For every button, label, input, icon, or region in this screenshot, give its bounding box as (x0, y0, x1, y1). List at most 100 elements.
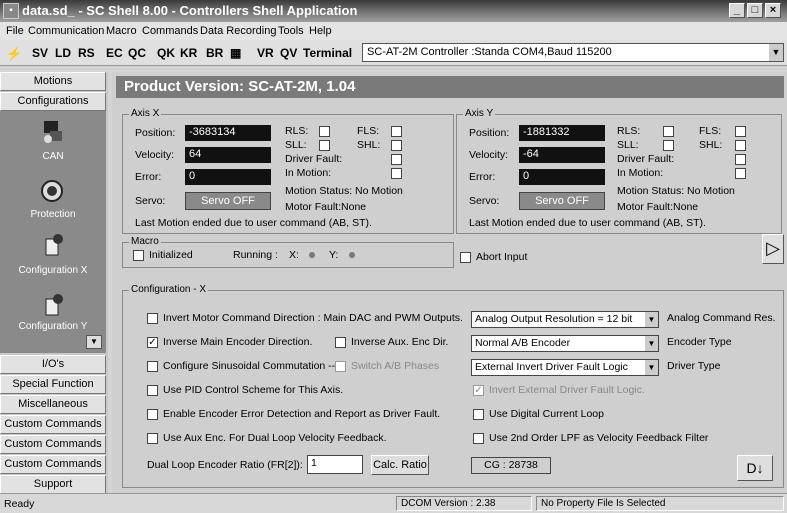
motor-fault: Motor Fault:None (617, 201, 699, 213)
chevron-down-icon[interactable]: ▼ (645, 312, 658, 327)
cg-readout: CG : 28738 (471, 457, 551, 474)
sidebar-panel-protection[interactable]: Protection (0, 209, 106, 220)
ld-button[interactable]: LD (55, 46, 71, 60)
chevron-down-icon[interactable]: ▼ (645, 336, 658, 351)
in-motion-label: In Motion: (285, 167, 332, 179)
axis-x-group: Axis X Position: -3683134 Velocity: 64 E… (122, 108, 454, 234)
menu-file[interactable]: File (6, 25, 24, 37)
encoder-type-select[interactable]: Normal A/B Encoder ▼ (471, 335, 659, 352)
rls-indicator (663, 126, 674, 137)
sidebar: Motions Configurations CAN Protection Co… (0, 72, 108, 494)
menu-data-recording[interactable]: Data Recording (200, 25, 276, 37)
switch-ab-checkbox[interactable] (335, 361, 346, 372)
fls-label: FLS: (357, 125, 380, 137)
analog-res-label: Analog Command Res. (667, 312, 776, 324)
scroll-down-icon[interactable]: ▼ (86, 335, 102, 349)
menu-tools[interactable]: Tools (278, 25, 304, 37)
driver-type-select[interactable]: External Invert Driver Fault Logic ▼ (471, 359, 659, 376)
chevron-down-icon[interactable]: ▼ (769, 44, 783, 61)
br-button[interactable]: BR (206, 46, 223, 60)
terminal-button[interactable]: Terminal (303, 46, 352, 60)
invert-ext-checkbox[interactable]: ✓ (473, 385, 484, 396)
maximize-button[interactable]: □ (747, 3, 763, 18)
in-motion-indicator (735, 168, 746, 179)
inverse-main-encoder-checkbox[interactable]: ✓ (147, 337, 158, 348)
servo-label: Servo: (135, 195, 166, 207)
menu-help[interactable]: Help (309, 25, 332, 37)
close-button[interactable]: × (765, 3, 781, 18)
calc-ratio-button[interactable]: Calc. Ratio (371, 455, 429, 475)
sidebar-item-custom-commands-2[interactable]: Custom Commands 2 (0, 435, 106, 467)
qk-button[interactable]: QK (157, 46, 175, 60)
axis-x-legend: Axis X (129, 108, 162, 119)
configuration-y-icon[interactable] (38, 291, 68, 321)
invert-motor-checkbox[interactable] (147, 313, 158, 324)
encoder-error-checkbox[interactable] (147, 409, 158, 420)
fls-indicator (391, 126, 402, 137)
sidebar-panel-can[interactable]: CAN (0, 151, 106, 162)
vr-button[interactable]: VR (257, 46, 274, 60)
inverse-aux-checkbox[interactable] (335, 337, 346, 348)
protection-icon[interactable] (38, 177, 68, 207)
configuration-x-icon[interactable] (38, 231, 68, 261)
grid-icon[interactable]: ▦ (230, 46, 241, 60)
sidebar-item-motions[interactable]: Motions (0, 72, 106, 91)
running-label: Running : (233, 249, 278, 261)
menu-communication[interactable]: Communication (28, 25, 104, 37)
sidebar-item-configurations[interactable]: Configurations (0, 92, 106, 111)
next-arrow-button[interactable]: ▷ (762, 234, 784, 264)
driver-fault-indicator (735, 154, 746, 165)
dual-loop-input[interactable]: 1 (307, 455, 363, 474)
sinusoidal-checkbox[interactable] (147, 361, 158, 372)
toolbar: ⚡ SV LD RS EC QC QK KR BR ▦ VR QV Termin… (0, 40, 787, 66)
menu-commands[interactable]: Commands (142, 25, 198, 37)
aux-enc-checkbox[interactable] (147, 433, 158, 444)
sidebar-panel-configuration-y[interactable]: Configuration Y (0, 321, 106, 332)
download-button[interactable]: D↓ (737, 455, 773, 481)
axis-y-velocity: -64 (519, 147, 605, 163)
sidebar-item-support[interactable]: Support (0, 475, 106, 494)
switch-ab-label: Switch A/B Phases (351, 360, 440, 372)
sidebar-item-miscellaneous[interactable]: Miscellaneous (0, 395, 106, 414)
sinusoidal-label: Configure Sinusoidal Commutation --> (163, 360, 342, 372)
controller-select-value: SC-AT-2M Controller :Standa COM4,Baud 11… (367, 46, 612, 58)
axis-y-legend: Axis Y (463, 108, 496, 119)
servo-label: Servo: (469, 195, 500, 207)
kr-button[interactable]: KR (180, 46, 197, 60)
rs-button[interactable]: RS (78, 46, 95, 60)
axis-x-servo-button[interactable]: Servo OFF (185, 192, 271, 210)
analog-res-select[interactable]: Analog Output Resolution = 12 bit ▼ (471, 311, 659, 328)
abort-input-checkbox[interactable] (460, 252, 471, 263)
macro-x-led (309, 252, 315, 258)
sidebar-item-special-function[interactable]: Special Function (0, 375, 106, 394)
sv-button[interactable]: SV (32, 46, 48, 60)
window-title: data.sd_ - SC Shell 8.00 - Controllers S… (22, 3, 358, 18)
abort-input-label: Abort Input (476, 251, 528, 263)
invert-motor-label: Invert Motor Command Direction : Main DA… (163, 312, 463, 324)
controller-select[interactable]: SC-AT-2M Controller :Standa COM4,Baud 11… (362, 43, 784, 62)
driver-type-label: Driver Type (667, 360, 721, 372)
encoder-type-label: Encoder Type (667, 336, 732, 348)
plug-icon[interactable]: ⚡ (6, 46, 22, 62)
sidebar-item-ios[interactable]: I/O's (0, 355, 106, 374)
ec-button[interactable]: EC (106, 46, 123, 60)
analog-res-value: Analog Output Resolution = 12 bit (475, 313, 633, 325)
menu-macro[interactable]: Macro (106, 25, 137, 37)
qv-button[interactable]: QV (280, 46, 297, 60)
axis-y-servo-button[interactable]: Servo OFF (519, 192, 605, 210)
position-label: Position: (135, 127, 176, 139)
sidebar-item-custom-commands-1[interactable]: Custom Commands 1 (0, 415, 106, 447)
qc-button[interactable]: QC (128, 46, 146, 60)
lpf-checkbox[interactable] (473, 433, 484, 444)
can-icon[interactable] (38, 117, 68, 147)
digital-current-checkbox[interactable] (473, 409, 484, 420)
sidebar-item-custom-commands-3[interactable]: Custom Commands 3 (0, 455, 106, 487)
configuration-group: Configuration - X Invert Motor Command D… (122, 284, 784, 488)
sidebar-panel-configuration-x[interactable]: Configuration X (0, 265, 106, 276)
title-bar: ▪ data.sd_ - SC Shell 8.00 - Controllers… (0, 0, 787, 22)
pid-checkbox[interactable] (147, 385, 158, 396)
minimize-button[interactable]: _ (729, 3, 745, 18)
initialized-checkbox[interactable] (133, 250, 144, 261)
chevron-down-icon[interactable]: ▼ (645, 360, 658, 375)
driver-type-value: External Invert Driver Fault Logic (475, 361, 628, 373)
